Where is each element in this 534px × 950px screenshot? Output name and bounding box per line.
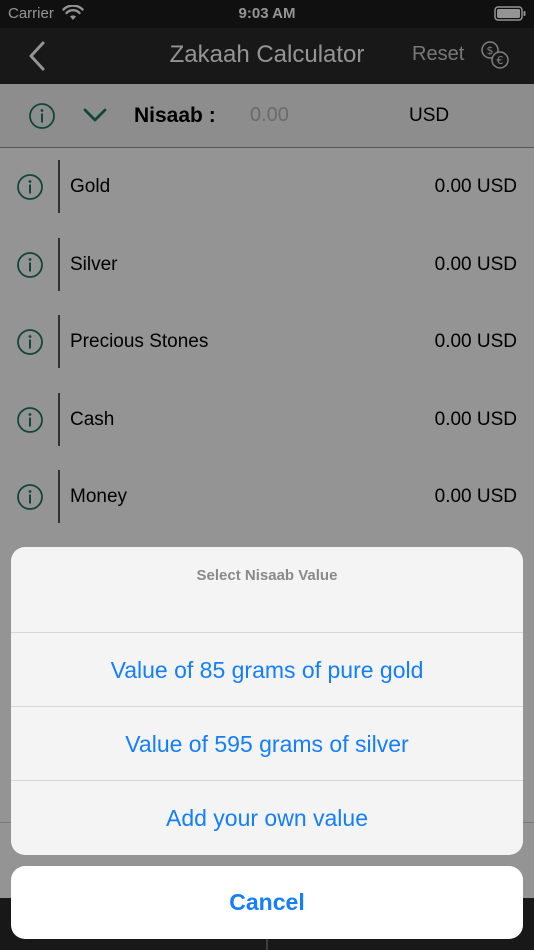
cancel-button[interactable]: Cancel	[11, 866, 523, 939]
action-sheet-title: Select Nisaab Value	[11, 547, 523, 633]
option-gold-value[interactable]: Value of 85 grams of pure gold	[11, 633, 523, 707]
option-silver-value[interactable]: Value of 595 grams of silver	[11, 707, 523, 781]
option-custom-value[interactable]: Add your own value	[11, 781, 523, 855]
action-sheet: Select Nisaab Value Value of 85 grams of…	[11, 547, 523, 855]
